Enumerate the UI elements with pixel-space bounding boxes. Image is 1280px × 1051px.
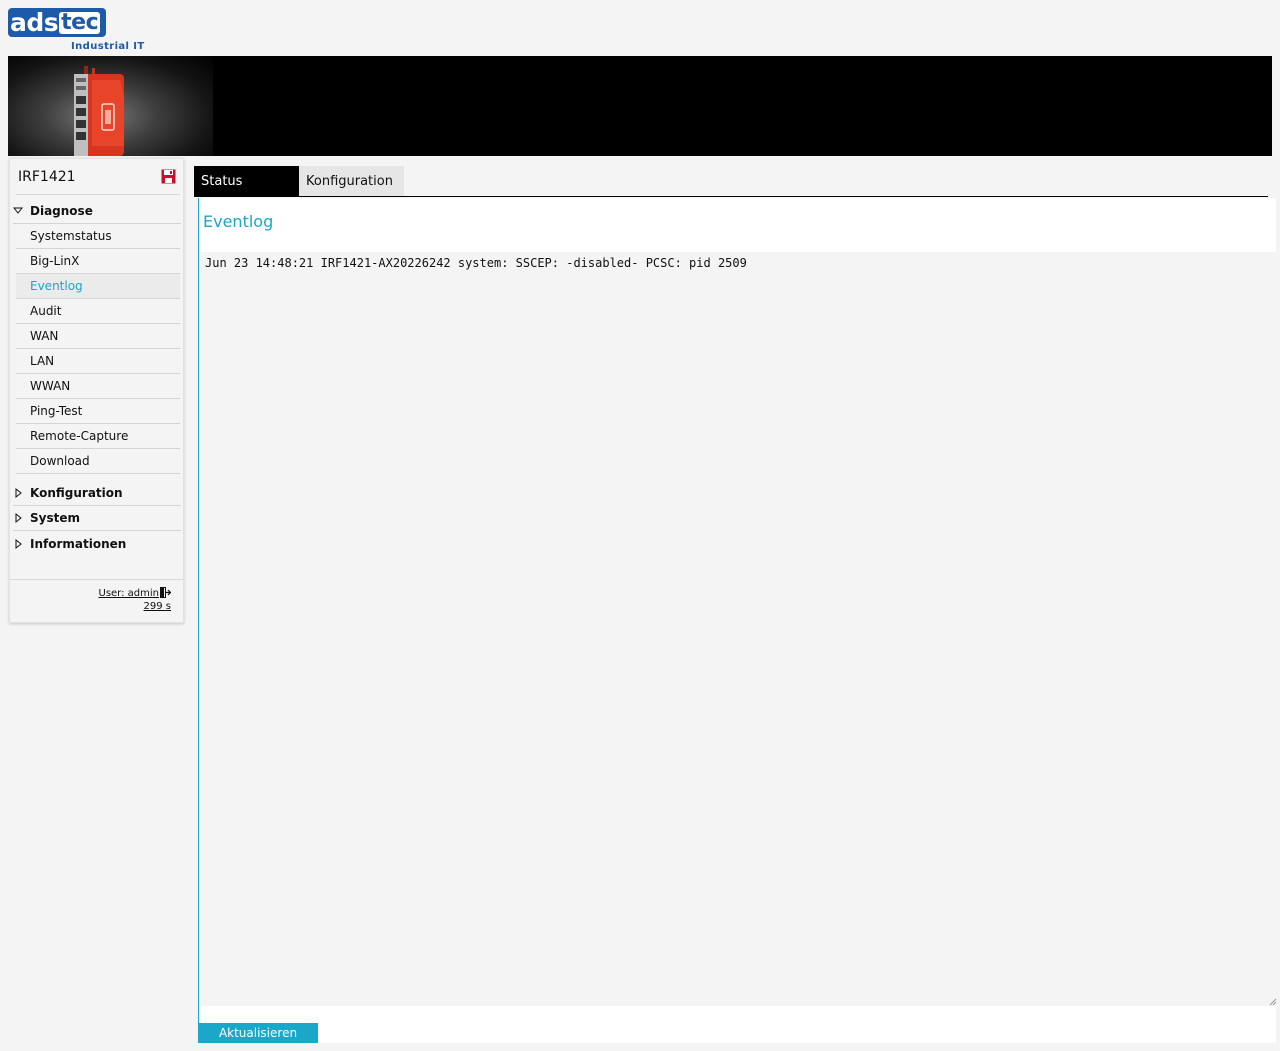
triangle-right-icon (15, 512, 22, 524)
nav-group-label: Informationen (30, 536, 127, 551)
sidebar-item-label: Big-LinX (30, 254, 80, 268)
triangle-down-icon (13, 207, 24, 214)
nav-group-label: System (30, 511, 80, 525)
page-title: Eventlog (203, 212, 274, 231)
router-device-image (74, 66, 124, 156)
sidebar-item-label: Systemstatus (30, 229, 112, 243)
sidebar-item-eventlog[interactable]: Eventlog (16, 274, 180, 299)
nav-group-label: Diagnose (30, 204, 93, 218)
logo-text-tec: tec (59, 9, 101, 35)
sidebar-item-systemstatus[interactable]: Systemstatus (16, 224, 180, 249)
sidebar-footer-divider (10, 579, 183, 580)
tab-status[interactable]: Status (194, 166, 299, 196)
tab-underline (194, 196, 1268, 197)
sidebar-item-remote-capture[interactable]: Remote-Capture (16, 424, 180, 449)
sidebar-item-label: Ping-Test (30, 404, 83, 418)
sidebar-item-ping-test[interactable]: Ping-Test (16, 399, 180, 424)
sidebar-item-label: Download (30, 454, 90, 468)
user-link[interactable]: User: admin (99, 588, 160, 599)
triangle-right-icon (15, 538, 22, 549)
sidebar-item-label: Audit (30, 304, 62, 318)
sidebar-item-label: Remote-Capture (30, 429, 129, 443)
triangle-right-icon (15, 487, 22, 499)
tab-label: Status (201, 173, 243, 189)
brand-logo: ads tec Industrial IT (8, 8, 144, 54)
logo-tagline: Industrial IT (71, 41, 145, 52)
nav-group-konfiguration[interactable]: Konfiguration (13, 481, 181, 506)
session-timer: 299 s (143, 601, 171, 612)
sidebar-item-download[interactable]: Download (16, 449, 180, 474)
eventlog-textarea[interactable]: Jun 23 14:48:21 IRF1421-AX20226242 syste… (201, 252, 1277, 1006)
nav-group-diagnose[interactable]: Diagnose (13, 199, 181, 224)
sidebar-item-lan[interactable]: LAN (16, 349, 180, 374)
title-divider (16, 194, 180, 195)
sidebar-item-label: WAN (30, 329, 59, 343)
sidebar-item-wwan[interactable]: WWAN (16, 374, 180, 399)
tab-label: Konfiguration (306, 173, 393, 189)
sidebar-item-big-linx[interactable]: Big-LinX (16, 249, 180, 274)
refresh-button[interactable]: Aktualisieren (198, 1023, 318, 1043)
sidebar-item-audit[interactable]: Audit (16, 299, 180, 324)
sidebar-item-label: Eventlog (30, 279, 83, 293)
sidebar-item-label: LAN (30, 354, 55, 368)
nav-group-system[interactable]: System (13, 506, 181, 531)
device-title: IRF1421 (18, 169, 76, 185)
save-icon[interactable] (161, 169, 176, 184)
sidebar: IRF1421 Diagnose Systemstatus Big-LinX E… (9, 158, 184, 623)
nav-group-informationen[interactable]: Informationen (13, 531, 181, 556)
logo-box: ads tec (8, 8, 106, 37)
sidebar-item-label: WWAN (30, 379, 71, 393)
nav-group-label: Konfiguration (30, 486, 123, 500)
main-content: Eventlog Jun 23 14:48:21 IRF1421-AX20226… (198, 198, 1277, 1043)
logout-icon[interactable] (160, 587, 171, 598)
resize-handle-icon[interactable] (1269, 998, 1277, 1006)
sidebar-item-wan[interactable]: WAN (16, 324, 180, 349)
header-banner (8, 56, 1272, 156)
log-line: Jun 23 14:48:21 IRF1421-AX20226242 syste… (205, 256, 747, 270)
tab-konfiguration[interactable]: Konfiguration (299, 166, 404, 196)
logo-text-ads: ads (10, 8, 59, 37)
